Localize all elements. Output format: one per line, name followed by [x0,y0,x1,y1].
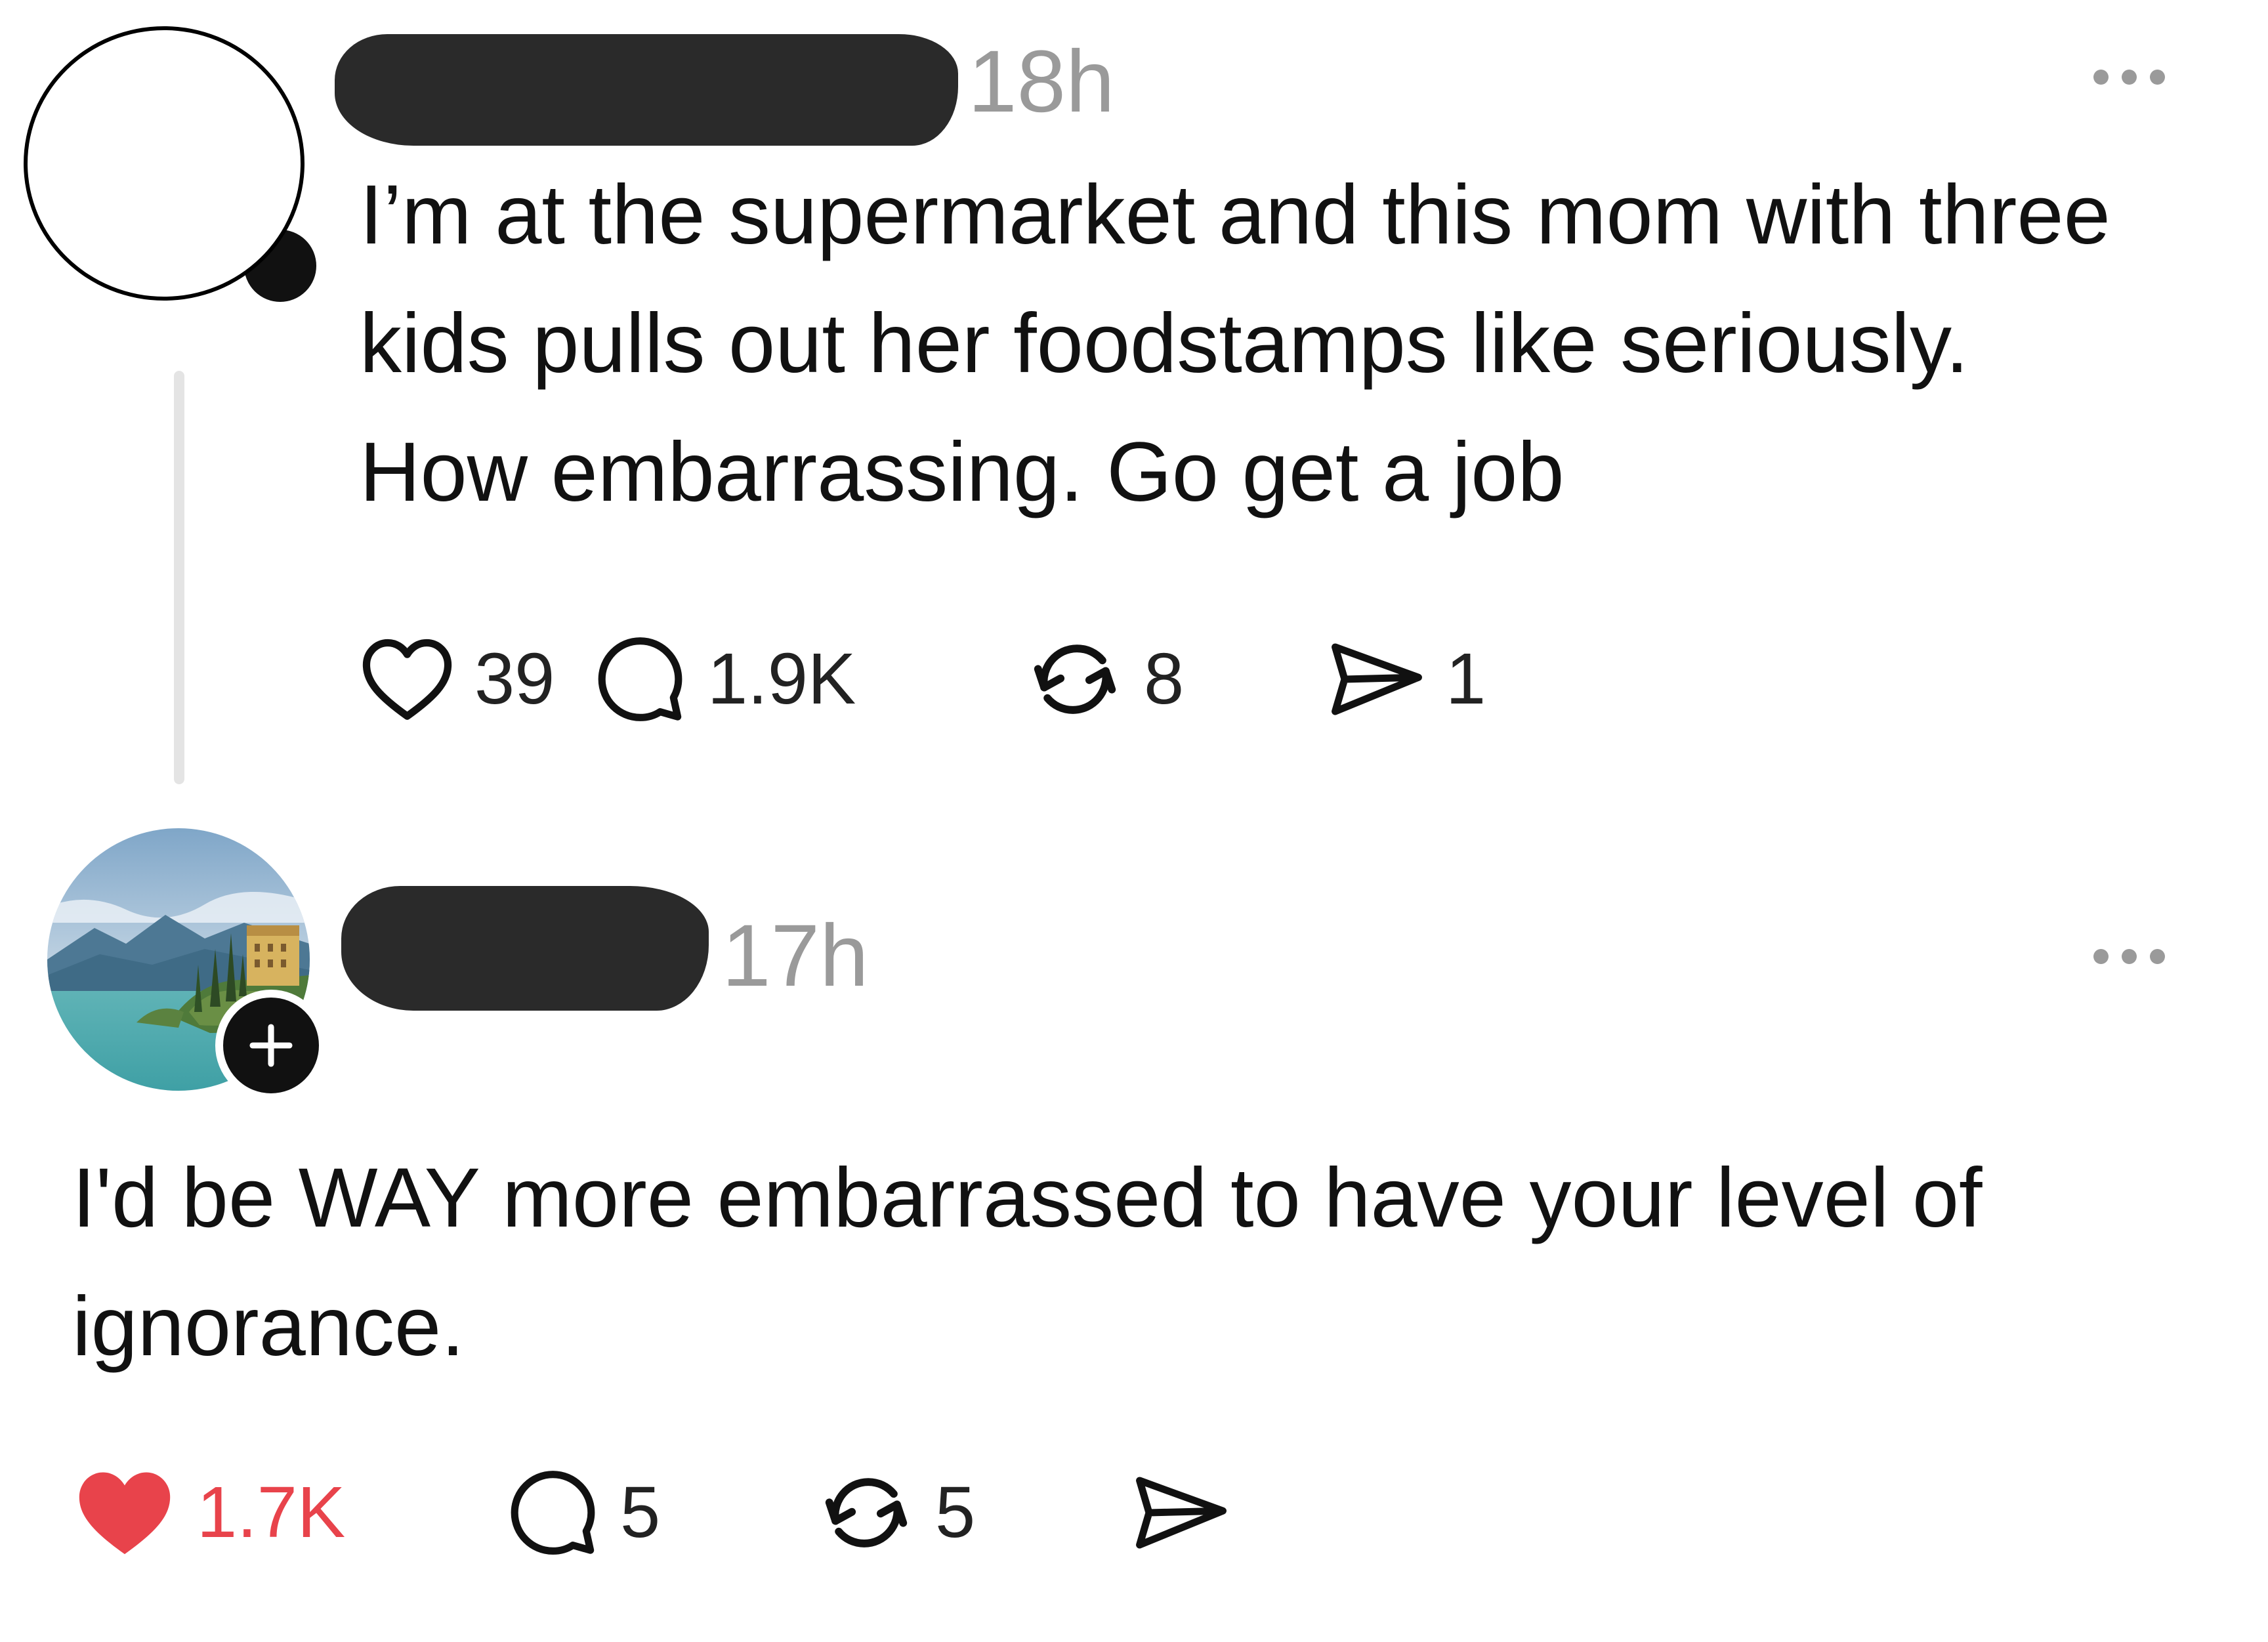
more-options-ellipsis-icon[interactable] [2093,949,2165,964]
redacted-username [335,34,958,146]
like-count: 1.7K [197,1472,346,1553]
post-actions: 39 1.9K 8 1 [360,630,1486,728]
paper-plane-icon [1332,643,1422,715]
more-options-ellipsis-icon[interactable] [2093,70,2165,85]
reply-actions: 1.7K 5 5 [72,1463,1230,1562]
repost-button[interactable]: 5 [817,1463,1132,1562]
thread-line [174,371,184,784]
like-button[interactable]: 39 [360,637,593,722]
reply-timestamp: 17h [722,907,869,1005]
reply-button[interactable]: 1.9K [593,633,1026,725]
share-count: 1 [1446,639,1486,719]
redacted-username [341,886,709,1011]
share-button[interactable]: 1 [1328,637,1486,722]
like-button[interactable]: 1.7K [72,1465,505,1561]
avatar[interactable] [24,26,304,301]
reply-count: 5 [620,1472,661,1553]
share-button[interactable] [1132,1470,1230,1555]
speech-bubble-icon [598,637,682,721]
repost-icon [825,1478,908,1547]
repost-button[interactable]: 8 [1026,630,1328,728]
paper-plane-icon [1136,1477,1227,1549]
post-timestamp: 18h [968,33,1115,131]
like-count: 39 [474,639,555,719]
repost-count: 5 [935,1472,976,1553]
reply-text: I'd be WAY more embarrassed to have your… [72,1151,1983,1374]
post-text: I’m at the supermarket and this mom with… [360,168,2110,519]
plus-icon [249,1024,293,1067]
heart-icon [362,639,452,720]
reply-count: 1.9K [707,639,856,719]
follow-button[interactable] [215,990,327,1101]
speech-bubble-icon [511,1471,595,1555]
heart-filled-icon [79,1472,171,1554]
repost-icon [1034,644,1116,714]
repost-count: 8 [1144,639,1185,719]
reply-button[interactable]: 5 [505,1467,817,1559]
